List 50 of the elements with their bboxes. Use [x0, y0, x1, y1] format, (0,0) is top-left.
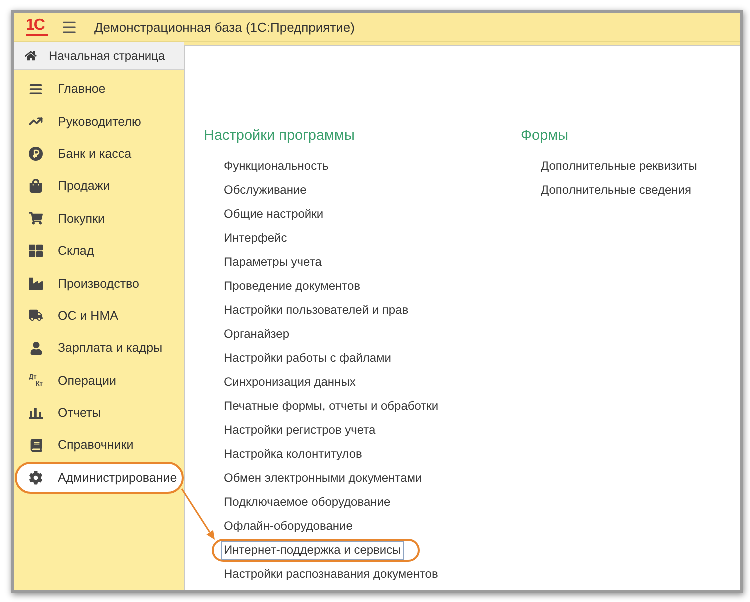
- settings-link[interactable]: Интернет-поддержка и сервисы: [221, 540, 404, 560]
- bar-chart-icon: [29, 407, 43, 420]
- settings-link[interactable]: Обслуживание: [221, 180, 310, 200]
- settings-link[interactable]: Обмен электронными документами: [221, 468, 426, 488]
- settings-link[interactable]: Функциональность: [221, 156, 332, 176]
- factory-icon: [29, 276, 43, 291]
- settings-link[interactable]: Настройки пользователей и прав: [221, 300, 412, 320]
- truck-icon: [29, 308, 43, 324]
- logo: 1С: [26, 18, 48, 36]
- settings-link[interactable]: Параметры учета: [221, 252, 325, 272]
- settings-link[interactable]: Органайзер: [221, 324, 293, 344]
- ruble-coin-icon: [29, 146, 43, 161]
- settings-link[interactable]: Настройки регистров учета: [221, 420, 379, 440]
- settings-icon: [29, 470, 43, 485]
- settings-link[interactable]: Общие настройки: [221, 204, 327, 224]
- settings-link[interactable]: Офлайн-оборудование: [221, 516, 356, 536]
- settings-link[interactable]: Дополнительные сведения: [538, 180, 694, 200]
- sidebar-item[interactable]: Отчеты: [15, 396, 184, 430]
- sidebar-item[interactable]: Банк и касса: [15, 138, 184, 170]
- settings-link[interactable]: Печатные формы, отчеты и обработки: [221, 396, 442, 416]
- settings-link[interactable]: Подключаемое оборудование: [221, 492, 394, 512]
- settings-link[interactable]: Настройки распознавания документов: [221, 564, 442, 584]
- sidebar-item[interactable]: Главное: [15, 73, 184, 106]
- lines-icon: [29, 82, 43, 97]
- sidebar-item[interactable]: Руководителю: [15, 105, 184, 138]
- settings-link[interactable]: Настройка колонтитулов: [221, 444, 366, 464]
- settings-link[interactable]: Интерфейс: [221, 228, 290, 248]
- settings-link[interactable]: Проведение документов: [221, 276, 364, 296]
- person-icon: [30, 342, 42, 355]
- section-heading: Формы: [521, 127, 570, 145]
- home-icon: [25, 50, 37, 62]
- sidebar-item[interactable]: Администрирование: [15, 462, 184, 494]
- sidebar-item[interactable]: Зарплата и кадры: [15, 332, 184, 365]
- sidebar-item[interactable]: Продажи: [15, 170, 184, 203]
- grid-icon: [29, 244, 43, 258]
- sidebar-item[interactable]: Покупки: [15, 202, 184, 235]
- pointer-arrow: [181, 488, 215, 540]
- cart-icon: [29, 211, 43, 226]
- section-heading: Настройки программы: [204, 127, 356, 145]
- settings-link[interactable]: Настройки работы с файлами: [221, 348, 394, 368]
- sidebar-item[interactable]: Склад: [15, 234, 184, 268]
- home-tab[interactable]: Начальная страница: [14, 42, 184, 70]
- sidebar-item[interactable]: Справочники: [15, 429, 184, 462]
- window-title: Демонстрационная база (1С:Предприятие): [94, 20, 355, 34]
- shopping-bag-icon: [29, 179, 43, 194]
- sidebar-item[interactable]: ОС и НМА: [15, 300, 184, 332]
- sidebar-item[interactable]: Производство: [15, 267, 184, 300]
- settings-link[interactable]: Дополнительные реквизиты: [538, 156, 700, 176]
- book-icon: [30, 438, 42, 452]
- settings-link[interactable]: Синхронизация данных: [221, 372, 359, 392]
